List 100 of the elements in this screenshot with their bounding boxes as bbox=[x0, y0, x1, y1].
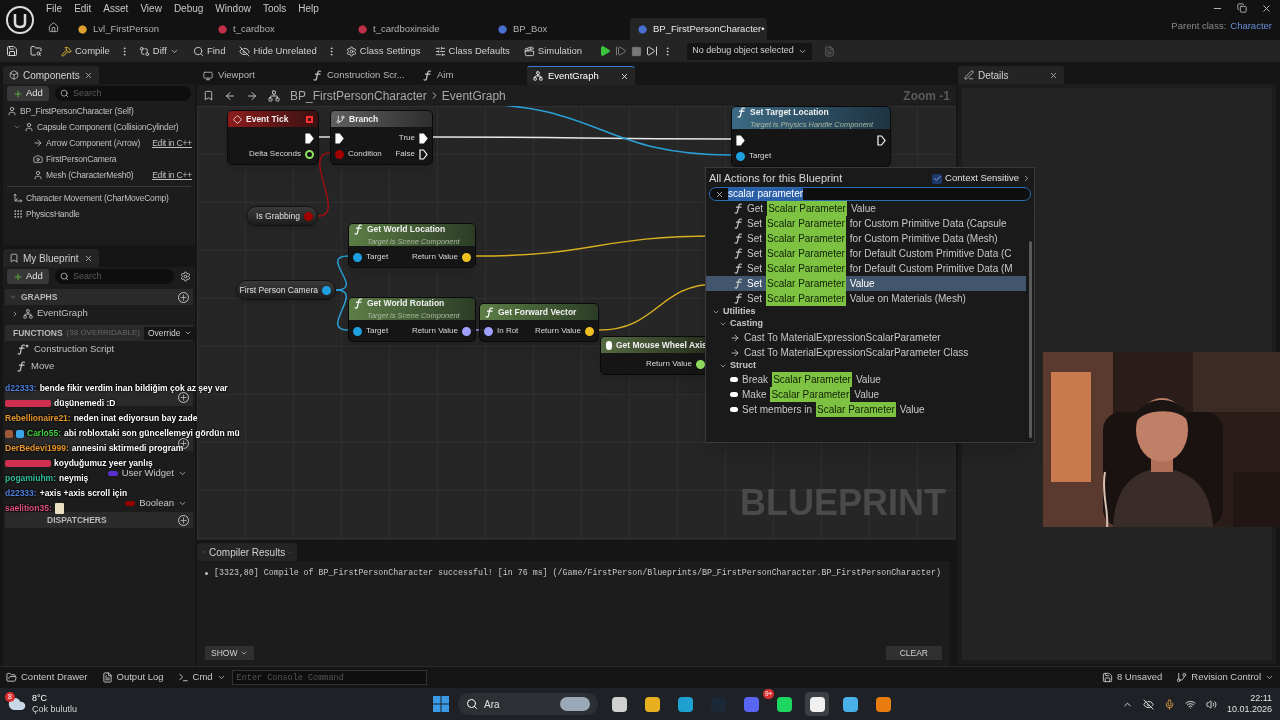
expander-icon[interactable] bbox=[13, 123, 21, 131]
action-item[interactable]: Set members in Scalar Parameter Value bbox=[706, 402, 1026, 417]
weather-icon[interactable] bbox=[8, 695, 26, 713]
network-icon[interactable] bbox=[1184, 698, 1196, 710]
override-dropdown[interactable]: Override bbox=[143, 326, 196, 340]
add-button[interactable]: Add bbox=[7, 269, 49, 284]
edit-link[interactable]: Edit in C++ bbox=[152, 168, 192, 182]
action-item[interactable]: Set Scalar Parameter for Default Custom Primitive Data (M bbox=[706, 261, 1026, 276]
action-item[interactable]: Make Scalar Parameter Value bbox=[706, 387, 1026, 402]
search-field[interactable]: scalar parameter bbox=[709, 187, 1031, 201]
engine-logo-icon[interactable] bbox=[5, 5, 35, 35]
exec-pin[interactable] bbox=[305, 132, 314, 144]
toolbar-button[interactable]: Class Settings bbox=[340, 42, 426, 60]
breadcrumb-item[interactable]: BP_FirstPersonCharacter bbox=[290, 86, 427, 105]
output-log-button[interactable]: Output Log bbox=[101, 670, 164, 685]
function-item[interactable]: Construction Script bbox=[34, 342, 115, 357]
action-item[interactable]: Set Scalar Parameter Value on Materials (Mesh) bbox=[706, 291, 1026, 306]
debug-object-dropdown[interactable]: No debug object selected bbox=[687, 42, 812, 60]
graph-node[interactable]: Branch True Condition False bbox=[330, 110, 433, 165]
add-button[interactable]: Add bbox=[7, 86, 49, 101]
tree-item[interactable]: Mesh (CharacterMesh0) bbox=[46, 168, 134, 182]
editor-tab[interactable]: Construction Scr... bbox=[307, 66, 415, 85]
dropdown-icon[interactable] bbox=[178, 499, 187, 508]
tree-item[interactable]: FirstPersonCamera bbox=[46, 152, 117, 166]
collapse-icon[interactable] bbox=[719, 362, 727, 370]
save-icon[interactable] bbox=[6, 45, 18, 57]
cmd-dropdown[interactable]: Cmd bbox=[177, 670, 226, 685]
graph-node[interactable]: Get Forward Vector In Rot Return Value bbox=[479, 303, 599, 342]
clear-button[interactable]: CLEAR bbox=[885, 646, 942, 660]
forward-icon[interactable] bbox=[246, 89, 258, 102]
editor-tab[interactable]: EventGraph bbox=[527, 66, 635, 85]
volume-icon[interactable] bbox=[1205, 698, 1217, 710]
start-icon[interactable] bbox=[433, 696, 449, 712]
exec-pin[interactable] bbox=[877, 134, 886, 146]
menu-item[interactable]: Window bbox=[209, 0, 257, 16]
function-item[interactable]: Move bbox=[31, 359, 55, 374]
exec-pin[interactable] bbox=[419, 148, 428, 160]
exec-pin[interactable] bbox=[736, 134, 745, 146]
clear-icon[interactable] bbox=[715, 189, 724, 199]
dropdown-icon[interactable] bbox=[178, 469, 187, 478]
exec-pin[interactable] bbox=[335, 132, 344, 144]
panel-tab[interactable]: Compiler Results bbox=[197, 543, 297, 561]
bookmark-icon[interactable] bbox=[203, 90, 214, 101]
settings-icon[interactable] bbox=[180, 271, 191, 282]
taskbar-app[interactable] bbox=[805, 692, 829, 716]
menu-item[interactable]: File bbox=[40, 0, 69, 16]
back-icon[interactable] bbox=[224, 89, 236, 102]
panel-tab[interactable]: Components bbox=[3, 66, 99, 84]
edit-link[interactable]: Edit in C++ bbox=[152, 136, 192, 150]
exec-pin[interactable] bbox=[419, 132, 428, 144]
category-label[interactable]: Utilities bbox=[723, 305, 756, 319]
data-pin[interactable] bbox=[322, 285, 331, 295]
breadcrumb-item[interactable]: EventGraph bbox=[441, 86, 506, 105]
checkbox[interactable] bbox=[932, 173, 943, 184]
parent-class-link[interactable]: Character bbox=[1230, 19, 1272, 34]
toolbar-button[interactable]: Compile bbox=[56, 42, 115, 60]
revision-control-button[interactable]: Revision Control bbox=[1176, 670, 1274, 685]
menu-item[interactable]: Edit bbox=[68, 0, 98, 16]
menu-item[interactable]: View bbox=[134, 0, 168, 16]
data-pin[interactable] bbox=[462, 326, 471, 336]
menu-item[interactable]: Debug bbox=[167, 0, 210, 16]
action-item[interactable]: Set Scalar Parameter for Default Custom Primitive Data (C bbox=[706, 246, 1026, 261]
action-item[interactable]: Break Scalar Parameter Value bbox=[706, 372, 1026, 387]
microphone-icon[interactable] bbox=[1163, 698, 1175, 710]
data-pin[interactable] bbox=[353, 252, 362, 262]
play-icon[interactable] bbox=[599, 45, 612, 57]
home-icon[interactable] bbox=[48, 22, 59, 33]
asset-tab[interactable]: BP_Box bbox=[490, 18, 627, 40]
menu-item[interactable]: Asset bbox=[97, 0, 135, 16]
toolbar-button[interactable]: Simulation bbox=[518, 42, 588, 60]
data-pin[interactable] bbox=[353, 326, 362, 336]
stop-icon[interactable] bbox=[631, 45, 643, 57]
toolbar-button[interactable]: Class Defaults bbox=[429, 42, 515, 60]
action-item[interactable]: Set Scalar Parameter for Custom Primitive Data (Mesh) bbox=[706, 231, 1026, 246]
restore-icon[interactable] bbox=[1237, 3, 1247, 13]
taskbar-search[interactable]: Ara bbox=[458, 693, 598, 715]
action-item[interactable]: Set Scalar Parameter for Custom Primitive Data (Capsule bbox=[706, 216, 1026, 231]
panel-tab[interactable]: Details bbox=[958, 66, 1064, 84]
content-drawer-button[interactable]: Content Drawer bbox=[6, 670, 88, 685]
eject-icon[interactable] bbox=[646, 45, 659, 57]
editor-tab[interactable]: Viewport bbox=[197, 66, 305, 85]
asset-tab[interactable]: Lvl_FirstPerson bbox=[70, 18, 207, 40]
category-label[interactable]: Casting bbox=[730, 317, 763, 331]
graph-item[interactable]: EventGraph bbox=[37, 306, 88, 321]
asset-tab[interactable]: BP_FirstPersonCharacter• bbox=[630, 18, 767, 40]
data-pin[interactable] bbox=[484, 326, 493, 336]
category-label[interactable]: Struct bbox=[730, 359, 756, 373]
toolbar-button[interactable]: Find bbox=[187, 42, 231, 60]
toolbar-button[interactable]: Hide Unrelated bbox=[234, 42, 322, 60]
variable-node[interactable]: First Person Camera bbox=[236, 280, 336, 300]
console-input[interactable]: Enter Console Command bbox=[231, 670, 427, 685]
expander-icon[interactable] bbox=[11, 309, 19, 318]
show-button[interactable]: SHOW bbox=[205, 646, 255, 660]
editor-tab[interactable]: Aim bbox=[417, 66, 525, 85]
data-pin[interactable] bbox=[736, 151, 745, 161]
tree-item[interactable]: Arrow Component (Arrow) bbox=[46, 136, 141, 150]
tree-item[interactable]: BP_FirstPersonCharacter (Self) bbox=[20, 104, 134, 118]
graph-node[interactable]: Event Tick Delta Seconds bbox=[227, 110, 319, 165]
asset-tab[interactable]: t_cardbox bbox=[210, 18, 347, 40]
browse-icon[interactable] bbox=[30, 45, 42, 57]
